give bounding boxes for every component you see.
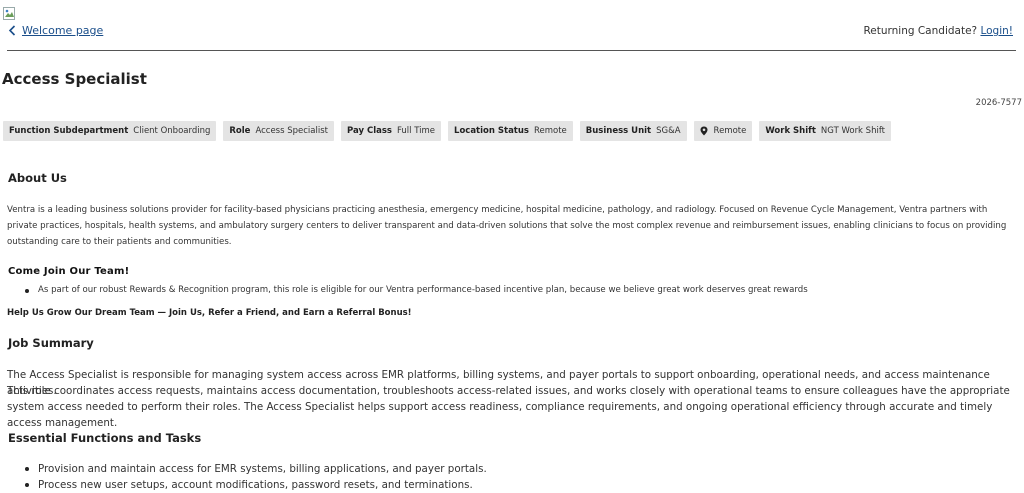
job-summary-line-2: This role coordinates access requests, m…: [7, 385, 1010, 429]
tag-work-shift: Work Shift NGT Work Shift: [759, 121, 892, 141]
top-navigation: Welcome page Returning Candidate? Login!: [0, 22, 1024, 42]
tag-value: Client Onboarding: [133, 126, 211, 136]
job-summary-heading: Job Summary: [8, 336, 94, 350]
returning-candidate: Returning Candidate? Login!: [863, 25, 1013, 37]
page-title: Access Specialist: [2, 70, 147, 88]
tag-value: Access Specialist: [255, 126, 328, 136]
referral-text: Help Us Grow Our Dream Team — Join Us, R…: [7, 308, 412, 318]
tag-function-subdepartment: Function Subdepartment Client Onboarding: [3, 121, 217, 141]
tag-value: NGT Work Shift: [820, 126, 886, 136]
requisition-id: 2026-7577: [975, 98, 1022, 108]
list-item: As part of our robust Rewards & Recognit…: [24, 285, 808, 295]
tag-key: Work Shift: [765, 126, 816, 136]
tag-value: Remote: [533, 126, 567, 136]
tag-value: Remote: [713, 126, 747, 136]
essential-functions-list: Provision and maintain access for EMR sy…: [24, 461, 487, 493]
tag-key: Pay Class: [347, 126, 392, 136]
tag-pay-class: Pay Class Full Time: [341, 121, 442, 141]
header-divider: [7, 50, 1016, 51]
tag-business-unit: Business Unit SG&A: [579, 121, 687, 141]
tag-key: Location Status: [454, 126, 529, 136]
returning-candidate-label: Returning Candidate?: [863, 25, 978, 37]
about-us-heading: About Us: [8, 171, 67, 185]
tag-location-status: Location Status Remote: [448, 121, 573, 141]
about-us-text: Ventra is a leading business solutions p…: [7, 205, 1007, 247]
job-tags: Function Subdepartment Client Onboarding…: [3, 121, 892, 141]
tag-key: Role: [229, 126, 251, 136]
welcome-page-label: Welcome page: [22, 24, 104, 37]
tag-value: SG&A: [656, 126, 681, 136]
login-link[interactable]: Login!: [980, 25, 1013, 37]
essential-functions-heading: Essential Functions and Tasks: [8, 431, 202, 445]
chevron-left-icon: [8, 25, 16, 36]
welcome-page-link[interactable]: Welcome page: [8, 24, 103, 37]
tag-key: Business Unit: [585, 126, 652, 136]
tag-value: Full Time: [396, 126, 436, 136]
list-item: Provision and maintain access for EMR sy…: [24, 461, 487, 477]
join-team-heading: Come Join Our Team!: [8, 266, 130, 277]
tag-key: Function Subdepartment: [9, 126, 129, 136]
tag-location: Remote: [693, 121, 753, 141]
join-team-list: As part of our robust Rewards & Recognit…: [24, 285, 808, 295]
broken-image-icon: [3, 7, 15, 20]
map-pin-icon: [700, 126, 708, 136]
list-item: Process new user setups, account modific…: [24, 477, 487, 493]
tag-role: Role Access Specialist: [223, 121, 334, 141]
